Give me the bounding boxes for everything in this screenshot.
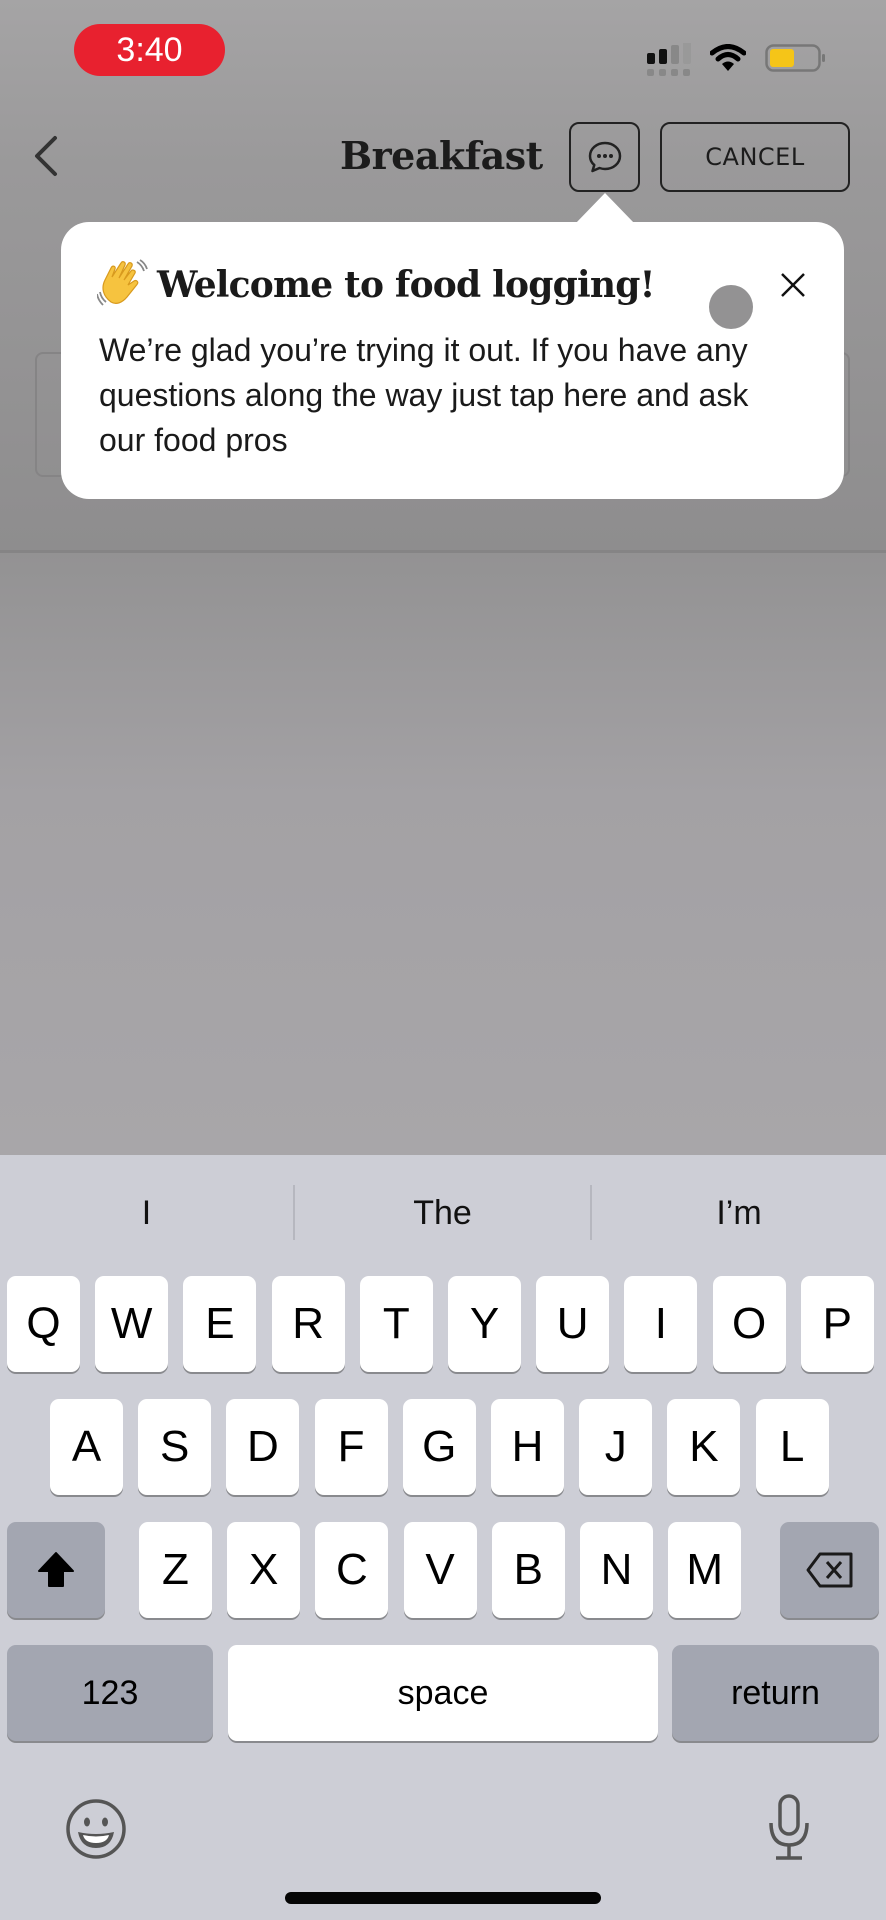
welcome-popover[interactable]: Welcome to food logging! We’re glad you’… [61,222,844,499]
page-title: Breakfast [340,133,543,178]
key-a[interactable]: A [50,1399,123,1495]
key-b[interactable]: B [491,1522,565,1618]
chat-bubble-icon [588,141,621,173]
key-i[interactable]: I [624,1276,698,1372]
key-r[interactable]: R [271,1276,345,1372]
key-h[interactable]: H [491,1399,564,1495]
close-icon[interactable] [778,270,808,300]
cellular-signal-icon [647,43,691,76]
key-e[interactable]: E [183,1276,257,1372]
key-q[interactable]: Q [7,1276,80,1372]
key-g[interactable]: G [402,1399,476,1495]
waving-hand-icon [96,258,149,308]
shift-key[interactable] [7,1522,105,1618]
key-j[interactable]: J [579,1399,653,1495]
popover-caret [575,193,635,224]
delete-key[interactable] [780,1522,879,1618]
key-n[interactable]: N [580,1522,653,1618]
content-area-dimmed [0,553,886,1155]
key-v[interactable]: V [403,1522,477,1618]
key-y[interactable]: Y [448,1276,521,1372]
key-x[interactable]: X [227,1522,301,1618]
suggestion-1[interactable]: I [0,1185,293,1241]
ask-food-pros-chat-button[interactable] [569,122,640,192]
key-t[interactable]: T [359,1276,433,1372]
key-d[interactable]: D [226,1399,300,1495]
suggestion-2[interactable]: The [295,1185,590,1241]
onscreen-keyboard: I The I’m 123 space return QWERTYUIOPASD… [0,1155,886,1920]
shift-icon [38,1552,74,1587]
numbers-key[interactable]: 123 [7,1645,213,1741]
key-s[interactable]: S [138,1399,212,1495]
key-z[interactable]: Z [139,1522,212,1618]
cancel-button[interactable]: CANCEL [660,122,850,192]
status-time: 3:40 [74,24,225,76]
backspace-icon [806,1552,852,1588]
popover-title: Welcome to food logging! [157,264,655,306]
emoji-icon[interactable] [65,1798,127,1860]
key-m[interactable]: M [668,1522,742,1618]
home-indicator[interactable] [285,1892,601,1904]
touch-indicator [709,285,753,329]
key-l[interactable]: L [755,1399,829,1495]
back-chevron-icon[interactable] [30,132,62,180]
key-k[interactable]: K [667,1399,741,1495]
key-f[interactable]: F [314,1399,388,1495]
key-c[interactable]: C [315,1522,389,1618]
key-w[interactable]: W [95,1276,169,1372]
return-key[interactable]: return [672,1645,879,1741]
wifi-icon [710,44,746,71]
key-p[interactable]: P [800,1276,874,1372]
space-key[interactable]: space [228,1645,658,1741]
microphone-icon[interactable] [766,1793,812,1863]
key-o[interactable]: O [712,1276,786,1372]
key-u[interactable]: U [536,1276,610,1372]
popover-message: We’re glad you’re trying it out. If you … [99,332,749,458]
battery-icon [765,44,825,72]
suggestion-3[interactable]: I’m [592,1185,886,1241]
